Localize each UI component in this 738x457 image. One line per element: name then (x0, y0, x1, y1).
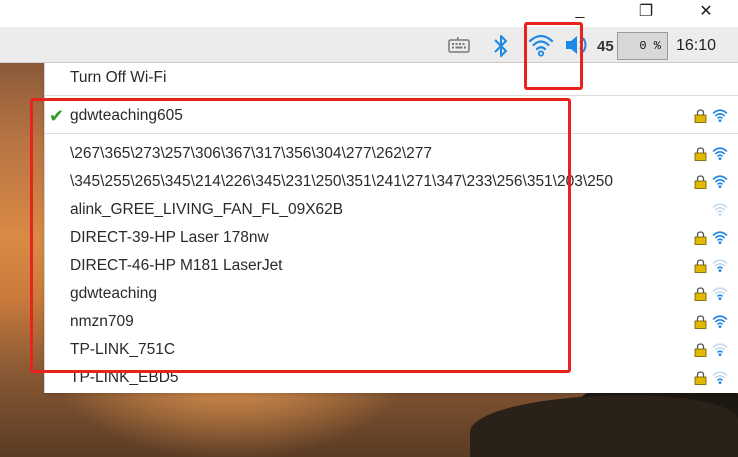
signal-weak-icon (712, 203, 728, 216)
cpu-monitor[interactable]: 0 % (617, 32, 668, 60)
signal-weak-icon (712, 259, 728, 272)
lock-icon (694, 147, 707, 161)
signal-strong-icon (712, 147, 728, 160)
signal-strong-icon (712, 175, 728, 188)
menu-separator (45, 95, 738, 96)
wifi-icon-highlight (524, 22, 583, 90)
keyboard-icon[interactable] (448, 36, 470, 54)
close-button[interactable]: ✕ (686, 0, 726, 22)
lock-icon (694, 175, 707, 189)
lock-icon (694, 315, 707, 329)
bluetooth-icon[interactable] (493, 33, 509, 59)
signal-strong-icon (712, 315, 728, 328)
signal-strong-icon (712, 109, 728, 122)
lock-icon (694, 371, 707, 385)
lock-icon (694, 287, 707, 301)
window-titlebar: _ ❐ ✕ (0, 0, 738, 24)
clock[interactable]: 16:10 (676, 37, 716, 55)
minimize-button[interactable]: _ (560, 0, 600, 22)
signal-weak-icon (712, 287, 728, 300)
signal-weak-icon (712, 371, 728, 384)
restore-button[interactable]: ❐ (626, 0, 666, 22)
lock-icon (694, 343, 707, 357)
signal-weak-icon (712, 343, 728, 356)
volume-level: 45 (597, 38, 614, 55)
signal-strong-icon (712, 231, 728, 244)
lock-icon (694, 109, 707, 123)
network-list-highlight (30, 98, 571, 373)
lock-icon (694, 231, 707, 245)
turn-off-wifi-item[interactable]: Turn Off Wi-Fi (45, 64, 738, 92)
lock-icon (694, 259, 707, 273)
turn-off-wifi-label: Turn Off Wi-Fi (70, 69, 167, 86)
